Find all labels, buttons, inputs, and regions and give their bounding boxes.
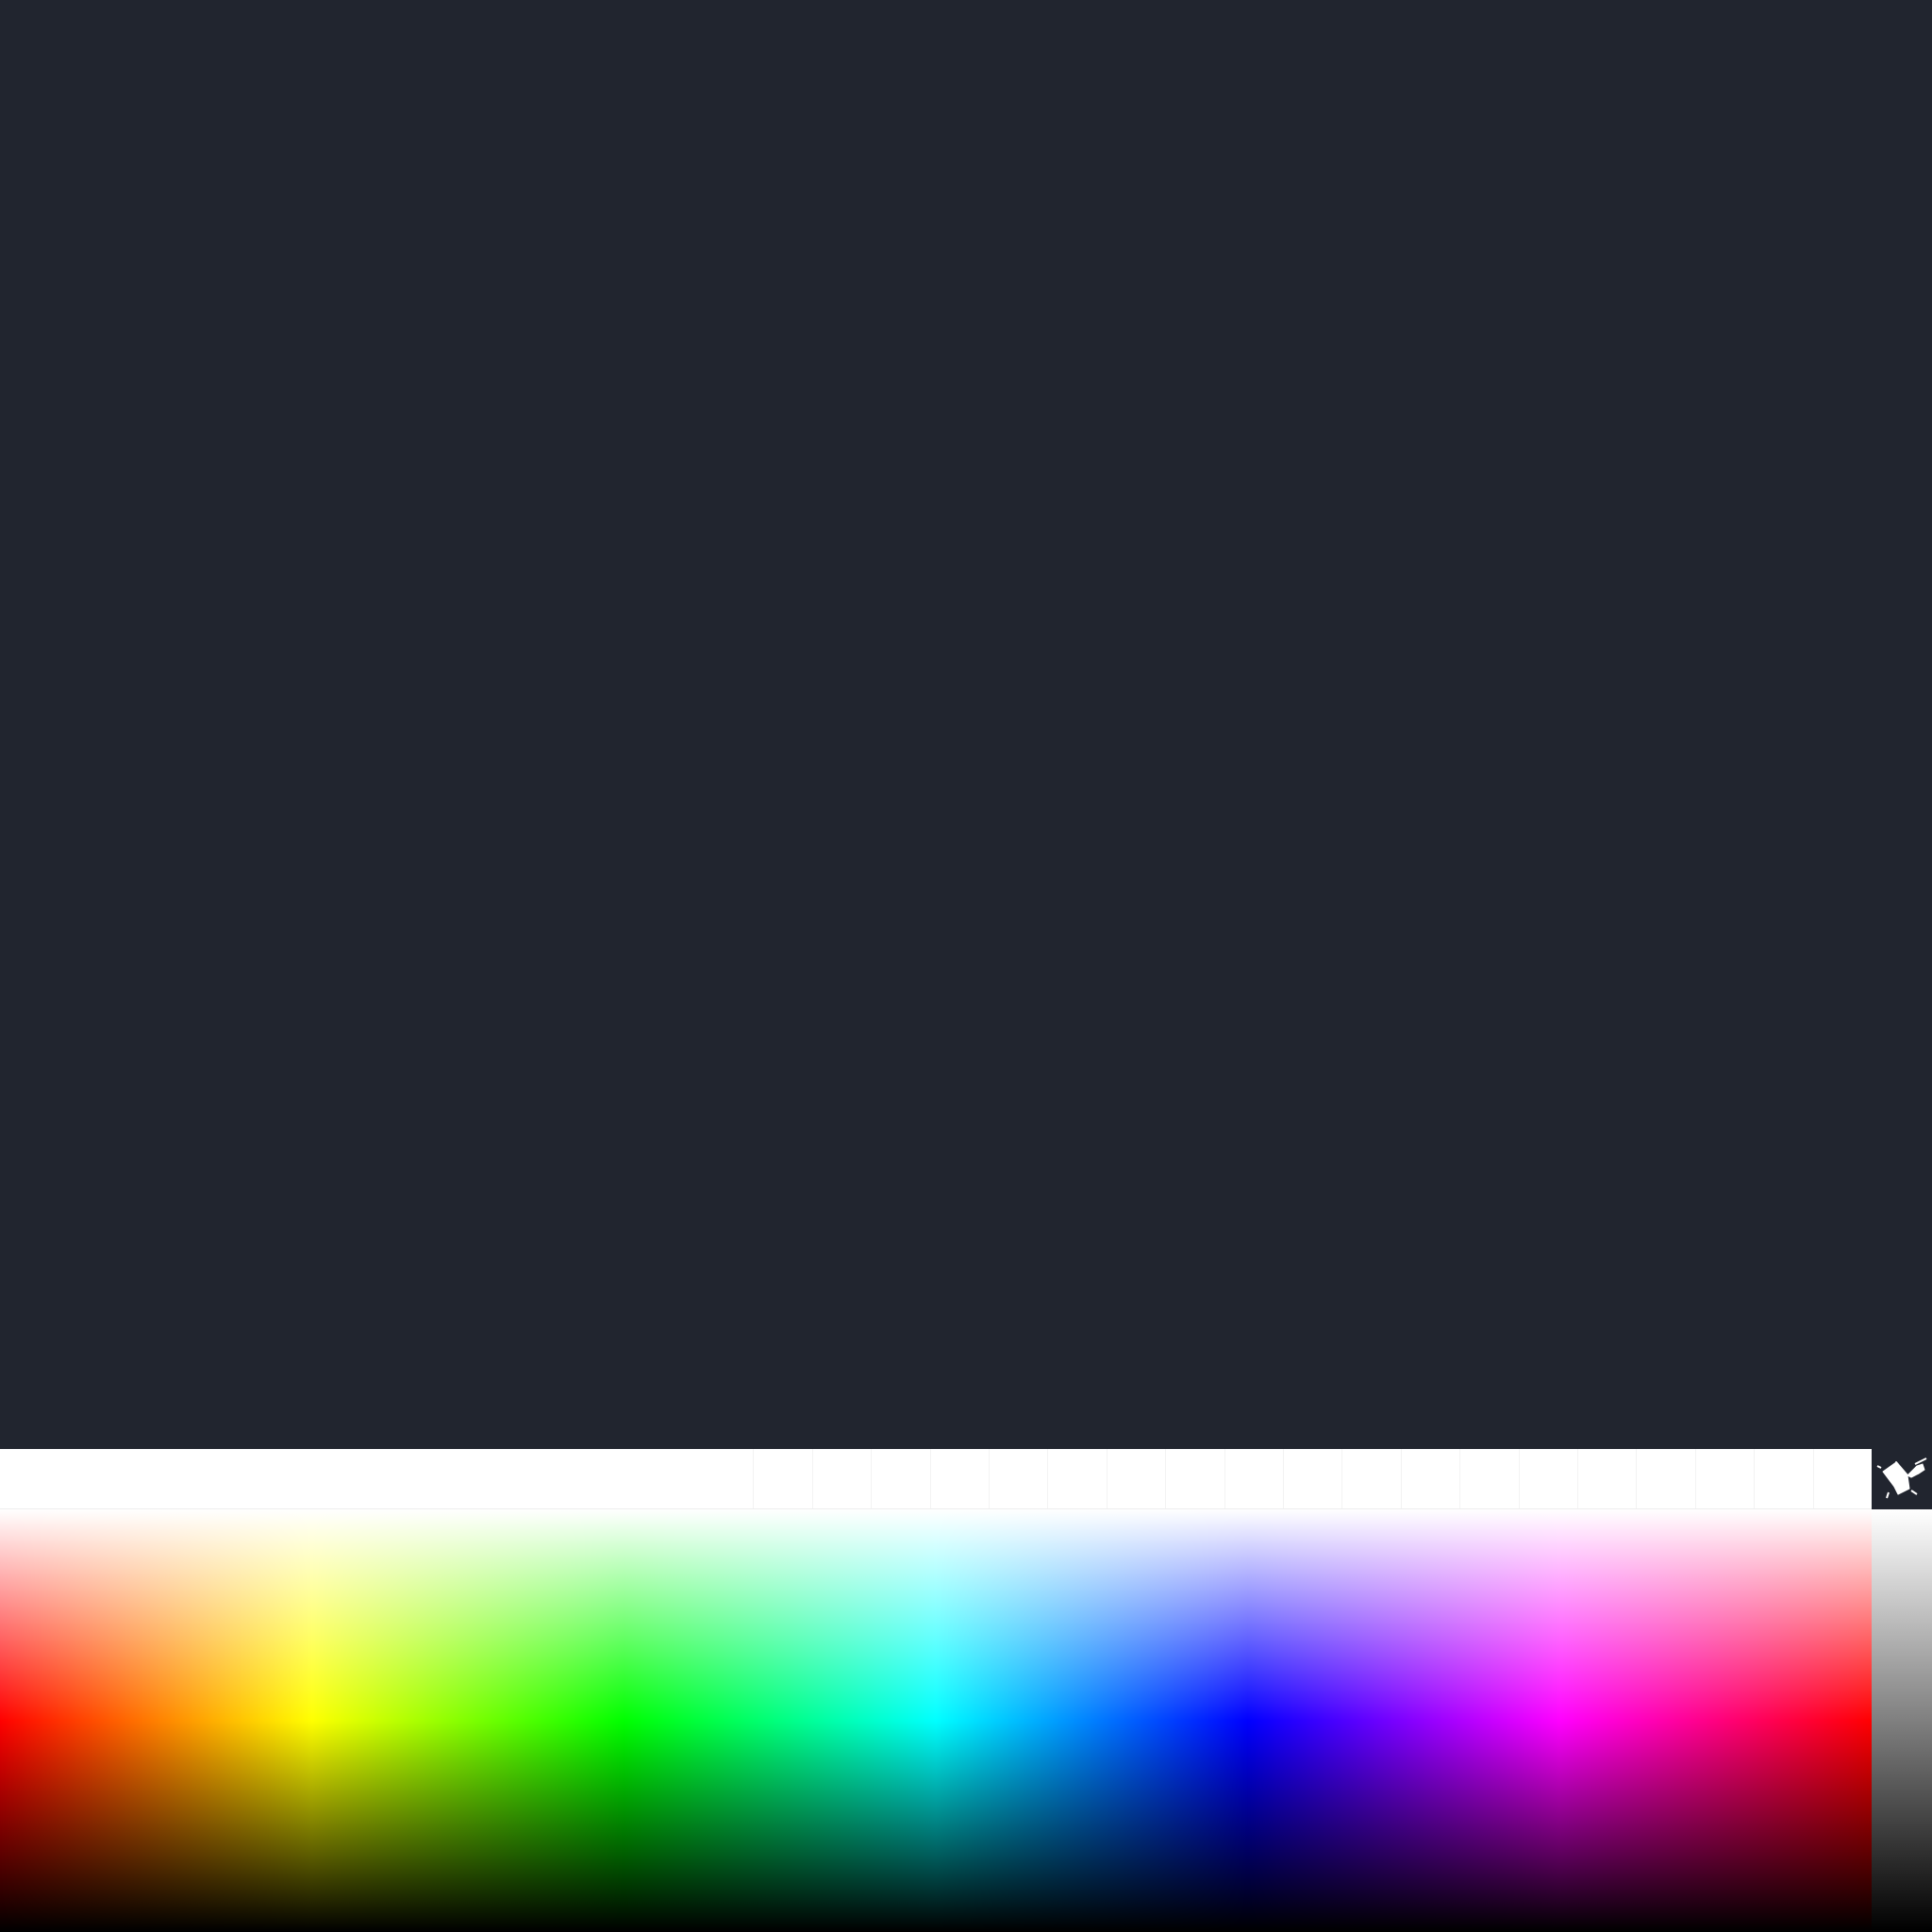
palette-swatch[interactable] <box>811 1449 872 1508</box>
palette-swatch-strip <box>0 1449 1872 1509</box>
palette-swatch[interactable] <box>1165 1449 1224 1508</box>
palette-swatch[interactable] <box>0 1449 58 1508</box>
palette-swatch[interactable] <box>231 1449 291 1508</box>
palette-swatch[interactable] <box>1400 1449 1460 1508</box>
palette-swatch[interactable] <box>1694 1449 1755 1508</box>
palette-swatch[interactable] <box>521 1449 580 1508</box>
palette-swatch[interactable] <box>1576 1449 1637 1508</box>
palette-swatch[interactable] <box>347 1449 406 1508</box>
palette-swatch[interactable] <box>463 1449 522 1508</box>
palette-swatch[interactable] <box>1636 1449 1695 1508</box>
palette-swatch[interactable] <box>637 1449 695 1508</box>
palette-swatch[interactable] <box>1282 1449 1342 1508</box>
palette-swatch[interactable] <box>871 1449 930 1508</box>
drawing-canvas[interactable] <box>0 0 1932 1449</box>
palette-swatch[interactable] <box>1754 1449 1813 1508</box>
palette-swatch[interactable] <box>290 1449 348 1508</box>
palette-swatch[interactable] <box>1459 1449 1519 1508</box>
app-logo[interactable] <box>1872 1449 1932 1509</box>
palette-swatch[interactable] <box>58 1449 116 1508</box>
grayscale-picker[interactable] <box>1872 1509 1932 1932</box>
palette-swatch[interactable] <box>1047 1449 1107 1508</box>
palette-swatch[interactable] <box>1106 1449 1166 1508</box>
palette-swatch[interactable] <box>405 1449 464 1508</box>
palette-swatch[interactable] <box>579 1449 638 1508</box>
palette-swatch[interactable] <box>929 1449 989 1508</box>
palette-swatch[interactable] <box>115 1449 175 1508</box>
palette-swatch[interactable] <box>694 1449 754 1508</box>
palette-swatch[interactable] <box>1224 1449 1283 1508</box>
palette-swatch[interactable] <box>988 1449 1048 1508</box>
paint-bucket-icon <box>1876 1457 1927 1499</box>
palette-swatch[interactable] <box>174 1449 232 1508</box>
palette-swatch[interactable] <box>1812 1449 1872 1508</box>
hue-saturation-picker[interactable] <box>0 1509 1872 1932</box>
palette-swatch[interactable] <box>1518 1449 1577 1508</box>
palette-swatch[interactable] <box>753 1449 812 1508</box>
palette-swatch[interactable] <box>1341 1449 1401 1508</box>
